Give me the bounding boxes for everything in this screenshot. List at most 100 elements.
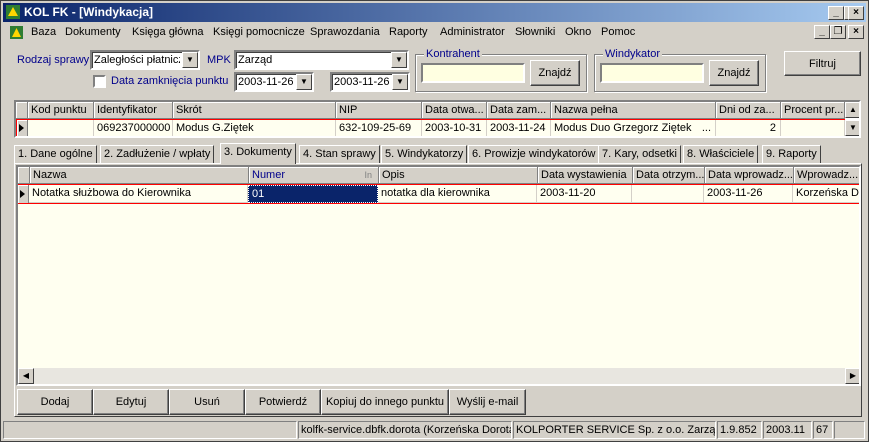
copy-to-point-button[interactable]: Kopiuj do innego punktu (321, 389, 449, 415)
menu-administrator[interactable]: Administrator (440, 26, 505, 38)
menu-okno[interactable]: Okno (565, 26, 591, 38)
cell-data-wprowadzenia[interactable]: 2003-11-26 (704, 185, 793, 203)
horizontal-scrollbar[interactable]: ◀ ▶ (18, 368, 859, 384)
table-row[interactable]: 069237000000 Modus G.Ziętek 632-109-25-6… (16, 119, 845, 136)
windykator-title: Windykator (603, 48, 663, 60)
col-wprowadzil[interactable]: Wprowadz... (794, 167, 859, 184)
close-button[interactable]: × (848, 6, 864, 20)
col-data-zamkniecia[interactable]: Data zam... (487, 102, 551, 119)
col-skrot[interactable]: Skrót (173, 102, 336, 119)
menu-baza[interactable]: Baza (31, 26, 56, 38)
menu-ksiega-glowna[interactable]: Księga główna (132, 26, 204, 38)
cell-opis[interactable]: notatka dla kierownika (378, 185, 537, 203)
tab-wlasciciele[interactable]: 8. Właściciele (683, 145, 759, 163)
date-from-value: 2003-11-26 (238, 76, 294, 88)
menu-slowniki[interactable]: Słowniki (515, 26, 555, 38)
filter-button[interactable]: Filtruj (784, 51, 861, 76)
tab-windykatorzy[interactable]: 5. Windykatorzy (381, 145, 468, 163)
kontrahent-find-button[interactable]: Znajdź (530, 60, 580, 86)
chevron-down-icon[interactable]: ▼ (392, 74, 408, 90)
scroll-down-icon[interactable]: ▼ (845, 120, 859, 136)
title-bar[interactable]: KOL FK - [Windykacja] _ □ (3, 3, 866, 22)
col-nazwa[interactable]: Nazwa (30, 167, 249, 184)
cell-kod-punktu[interactable] (28, 120, 94, 136)
cell-numer[interactable]: 01 (248, 185, 378, 203)
documents-table: Nazwa Numer In Opis Data wystawienia Dat… (16, 165, 861, 386)
cell-procent[interactable] (781, 120, 845, 136)
date-to-select[interactable]: 2003-11-26 ▼ (330, 72, 410, 92)
chevron-down-icon[interactable]: ▼ (391, 52, 407, 68)
kontrahent-title: Kontrahent (424, 48, 482, 60)
tab-kary-odsetki[interactable]: 7. Kary, odsetki (598, 145, 681, 163)
child-minimize-button[interactable]: _ (814, 25, 830, 39)
tab-prowizje[interactable]: 6. Prowizje windykatorów (468, 145, 600, 163)
child-close-button[interactable]: × (848, 25, 864, 39)
cell-data-zamkniecia[interactable]: 2003-11-24 (487, 120, 551, 136)
col-data-wprowadzenia[interactable]: Data wprowadz... (705, 167, 794, 184)
sort-icon: In (364, 170, 372, 180)
col-data-wystawienia[interactable]: Data wystawienia (538, 167, 633, 184)
cell-data-otrzymania[interactable] (632, 185, 704, 203)
row-pointer-icon (20, 190, 25, 198)
menu-ksiegi-pomocnicze[interactable]: Księgi pomocnicze (213, 26, 305, 38)
window-title: KOL FK - [Windykacja] (24, 5, 154, 19)
col-numer[interactable]: Numer In (249, 167, 379, 184)
col-identyfikator[interactable]: Identyfikator (94, 102, 173, 119)
status-pane-end (834, 421, 865, 439)
tab-dokumenty[interactable]: 3. Dokumenty (220, 143, 296, 164)
cell-data-wystawienia[interactable]: 2003-11-20 (537, 185, 632, 203)
cell-skrot[interactable]: Modus G.Ziętek (173, 120, 336, 136)
col-nazwa-pelna[interactable]: Nazwa pełna (551, 102, 716, 119)
rodzaj-sprawy-select[interactable]: Zaległości płatnicz ▼ (90, 50, 200, 70)
col-kod-punktu[interactable]: Kod punktu (28, 102, 94, 119)
scroll-right-icon[interactable]: ▶ (845, 368, 859, 384)
send-email-button[interactable]: Wyślij e-mail (449, 389, 526, 415)
cell-identyfikator[interactable]: 069237000000 (94, 120, 173, 136)
tab-dane-ogolne[interactable]: 1. Dane ogólne (14, 145, 97, 163)
minimize-button[interactable]: _ (828, 6, 844, 20)
ellipsis: ... (701, 122, 711, 134)
confirm-button[interactable]: Potwierdź (245, 389, 321, 415)
mpk-label: MPK (207, 54, 231, 66)
chevron-down-icon[interactable]: ▼ (182, 52, 198, 68)
menu-dokumenty[interactable]: Dokumenty (65, 26, 121, 38)
kontrahent-input[interactable] (421, 63, 525, 83)
col-procent[interactable]: Procent pr... (781, 102, 845, 119)
scroll-up-icon[interactable]: ▲ (845, 102, 859, 118)
delete-button[interactable]: Usuń (169, 389, 245, 415)
date-from-select[interactable]: 2003-11-26 ▼ (234, 72, 314, 92)
menu-pomoc[interactable]: Pomoc (601, 26, 635, 38)
document-icon[interactable] (9, 25, 24, 40)
scroll-left-icon[interactable]: ◀ (18, 368, 34, 384)
col-dni-od-zamkniecia[interactable]: Dni od za... (716, 102, 781, 119)
cell-nip[interactable]: 632-109-25-69 (336, 120, 422, 136)
data-zamkniecia-label: Data zamknięcia punktu (111, 75, 229, 87)
chevron-down-icon[interactable]: ▼ (296, 74, 312, 90)
tab-stan-sprawy[interactable]: 4. Stan sprawy (299, 145, 380, 163)
col-data-otrzymania[interactable]: Data otrzym... (633, 167, 705, 184)
rodzaj-sprawy-label: Rodzaj sprawy (17, 54, 90, 66)
cases-table: Kod punktu Identyfikator Skrót NIP Data … (14, 100, 861, 138)
status-period: 2003.11 (763, 421, 812, 439)
windykator-find-button[interactable]: Znajdź (709, 60, 759, 86)
tab-zadluzenie[interactable]: 2. Zadłużenie / wpłaty (100, 145, 215, 163)
col-opis[interactable]: Opis (379, 167, 538, 184)
add-button[interactable]: Dodaj (17, 389, 93, 415)
windykator-input[interactable] (600, 63, 704, 83)
col-nip[interactable]: NIP (336, 102, 422, 119)
data-zamkniecia-checkbox[interactable] (93, 75, 106, 88)
menu-sprawozdania[interactable]: Sprawozdania (310, 26, 380, 38)
edit-button[interactable]: Edytuj (93, 389, 169, 415)
cell-wprowadzil[interactable]: Korzeńska Do (793, 185, 859, 203)
cell-nazwa-pelna[interactable]: Modus Duo Grzegorz Ziętek ... (551, 120, 716, 136)
table-row[interactable]: Notatka służbowa do Kierownika 01 notatk… (18, 184, 859, 204)
cell-data-otwarcia[interactable]: 2003-10-31 (422, 120, 487, 136)
cell-dni-od-zamkniecia[interactable]: 2 (716, 120, 781, 136)
child-restore-button[interactable]: ❐ (830, 25, 846, 39)
cell-nazwa[interactable]: Notatka służbowa do Kierownika (29, 185, 248, 203)
mpk-select[interactable]: Zarząd ▼ (234, 50, 409, 70)
col-data-otwarcia[interactable]: Data otwa... (422, 102, 487, 119)
status-version: 1.9.852 (717, 421, 762, 439)
tab-raporty[interactable]: 9. Raporty (762, 145, 821, 163)
menu-raporty[interactable]: Raporty (389, 26, 428, 38)
